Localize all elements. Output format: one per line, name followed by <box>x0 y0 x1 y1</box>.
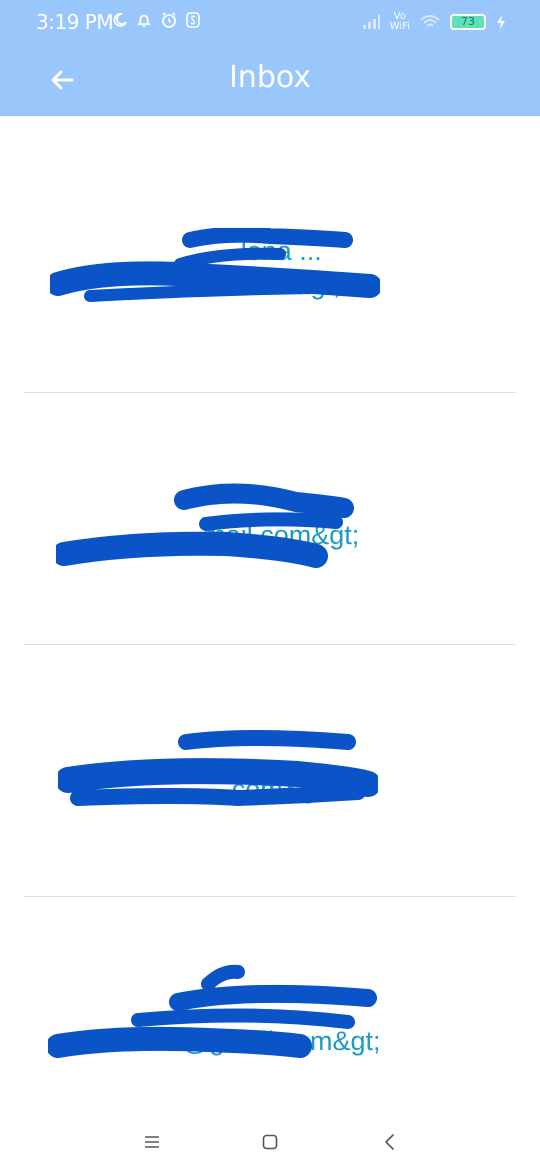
chevron-left-icon <box>385 1134 394 1150</box>
status-right-icons: Vo WiFi 73 <box>362 12 506 32</box>
battery-level: 73 <box>461 15 475 28</box>
list-item[interactable]: ...lona ... ...il.com&gt; <box>0 116 540 368</box>
sender-email: ...com&gt; <box>209 774 331 804</box>
s-icon <box>186 12 200 28</box>
battery-icon: 73 <box>450 14 486 30</box>
signal-icon <box>362 14 380 30</box>
status-time: 3:19 PM <box>36 10 114 34</box>
list-item[interactable]: ...mail.com&gt; <box>0 392 540 644</box>
alarm-icon <box>160 11 178 29</box>
vowifi-icon: Vo WiFi <box>390 12 410 32</box>
moon-icon <box>112 12 128 28</box>
system-nav-bar <box>0 1102 540 1170</box>
bell-icon <box>136 12 152 28</box>
status-left-icons <box>112 11 200 29</box>
page-title: Inbox <box>228 60 312 95</box>
menu-icon <box>145 1136 159 1148</box>
sender-name: ...lona ... <box>218 236 322 266</box>
app-toolbar: Inbox <box>0 46 540 116</box>
vowifi-bottom: WiFi <box>389 21 410 32</box>
wifi-icon <box>420 14 440 30</box>
charging-icon <box>496 14 506 30</box>
sender-email: ...@gmail.com&gt; <box>159 1026 381 1056</box>
status-bar: 3:19 PM Vo WiFi 73 <box>0 0 540 46</box>
sender-email: ...il.com&gt; <box>199 270 341 300</box>
nav-back-button[interactable] <box>370 1122 410 1162</box>
home-button[interactable] <box>250 1122 290 1162</box>
menu-button[interactable] <box>132 1122 172 1162</box>
list-item[interactable]: ... ...com&gt; <box>0 644 540 896</box>
sender-email: ...mail.com&gt; <box>180 520 360 550</box>
square-home-icon <box>262 1134 278 1150</box>
